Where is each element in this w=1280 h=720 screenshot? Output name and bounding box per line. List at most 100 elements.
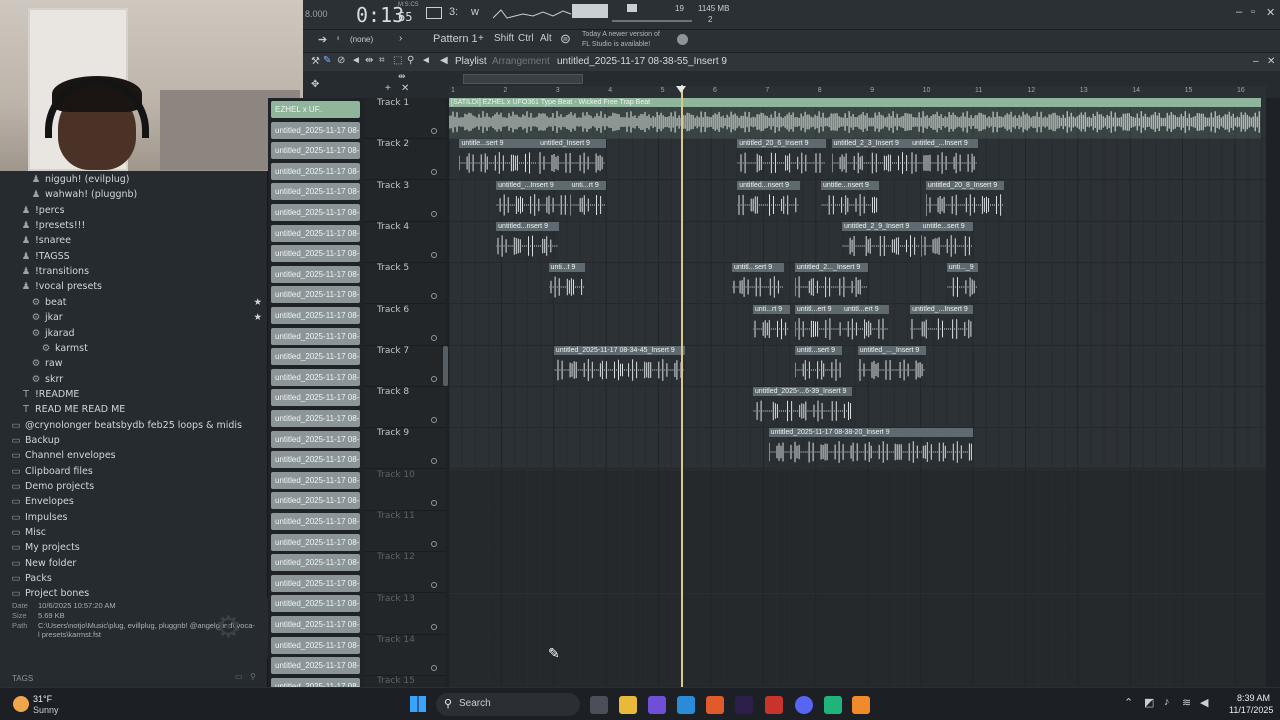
arrow-right-icon[interactable]: ➔ [318,33,327,46]
browser-item[interactable]: ♟ !TAGSS [0,249,268,264]
channel-button[interactable]: untitled_2025-11-17 08-... [271,513,360,530]
channel-button[interactable]: untitled_2025-11-17 08-... [271,657,360,675]
mute-tool-icon[interactable]: ◄ [351,55,361,66]
audio-clip[interactable]: untitled_20_8_Insert 9 [925,180,1005,222]
track-header[interactable]: Track 3 [364,181,446,222]
media-app-icon[interactable] [765,696,783,714]
channel-button[interactable]: untitled_2025-11-17 08-... [271,348,360,366]
none-selector[interactable]: (none) [350,35,373,44]
alt-key[interactable]: Alt [540,33,552,44]
channel-button[interactable]: untitled_2025-11-17 08-... [271,245,360,263]
track-header[interactable]: Track 2 [364,139,446,181]
audio-clip[interactable]: untitl...ert 9 [794,304,842,346]
audio-clip[interactable]: untitled...nsert 9 [496,221,560,263]
audio-clip[interactable]: untitled_2025-...6-39_Insert 9 [752,387,853,429]
audio-clip[interactable]: untitled_Insert 9 [538,139,607,181]
browser-item[interactable]: T !README [0,387,268,402]
add-pattern-icon[interactable]: + [478,33,484,44]
remove-track-icon[interactable]: ✕ [401,83,409,94]
channel-button[interactable]: untitled_2025-11-17 08-... [271,451,360,469]
track-mute-button[interactable] [431,375,437,382]
playlist-grid[interactable]: [SATILDI] EZHEL x UFO361 Type Beat - Wic… [449,98,1266,687]
clock-time[interactable]: 8:39 AM [1237,693,1270,703]
metronome-icon[interactable]: 3: [449,6,458,18]
track-header[interactable]: Track 12 [364,552,446,594]
track-mute-button[interactable] [431,417,437,424]
news-line-1[interactable]: Today A newer version of [582,31,660,38]
browser-item[interactable]: ⚙ karmst [0,341,268,356]
move-icon[interactable]: ✥ [311,79,319,90]
chat-app-icon[interactable] [824,696,842,714]
browser-item[interactable]: ▭ Clipboard files [0,464,268,479]
select-tool-icon[interactable]: ⬚ [393,55,402,66]
wifi-icon[interactable]: ≋ [1182,696,1191,709]
slip-tool-icon[interactable]: ⇹ [365,55,373,66]
track-header[interactable]: Track 8 [364,387,446,429]
audio-clip[interactable]: unti..._9 [946,263,979,305]
track-mute-button[interactable] [431,251,437,258]
cursor-app-icon[interactable] [677,696,695,714]
playlist-close-icon[interactable]: ✕ [1267,56,1275,67]
playlist-minimize-icon[interactable]: – [1253,56,1259,67]
track-mute-button[interactable] [431,334,437,341]
track-mute-button[interactable] [431,293,437,300]
add-track-icon[interactable]: + [385,83,391,94]
track-name[interactable]: Track 12 [377,552,415,562]
track-name[interactable]: Track 9 [377,428,409,438]
channel-button[interactable]: untitled_2025-11-17 08-... [271,162,360,180]
channel-button[interactable]: untitled_2025-11-17 08-... [271,142,360,160]
track-name[interactable]: Track 1 [377,98,409,108]
pattern-selector[interactable]: Pattern 1 [433,33,478,45]
browser-item[interactable]: ▭ Backup [0,433,268,448]
track-header[interactable]: Track 6 [364,305,446,346]
close-icon[interactable]: ✕ [1266,6,1275,19]
track-name[interactable]: Track 2 [377,139,409,149]
browser-item[interactable]: ▭ Demo projects [0,479,268,494]
track-header[interactable]: Track 4 [364,222,446,263]
next-app-icon[interactable] [735,696,753,714]
track-name[interactable]: Track 8 [377,387,409,397]
channel-button[interactable]: untitled_2025-11-17 08-... [271,204,360,221]
news-icon[interactable]: ⊜ [560,31,571,47]
taskbar-search[interactable]: ⚲ Search [436,693,580,716]
browser-item[interactable]: ♟ !snaree [0,233,268,248]
playlist-arrow-icon[interactable]: ◀ [440,55,448,66]
channel-button[interactable]: untitled_2025-11-17 08-... [271,574,360,592]
audio-clip[interactable]: untitled_2_9_Insert 9 [842,221,921,263]
channel-button[interactable]: untitled_2025-11-17 08-... [271,492,360,510]
audio-clip[interactable]: unti...t 9 [548,263,586,305]
channel-button[interactable]: untitled_2025-11-17 08-... [271,265,360,283]
shift-key[interactable]: Shift [494,33,514,44]
browser-item[interactable]: ♟ wahwah! (pluggnb) [0,187,268,202]
zoom-tool-icon[interactable]: ⚲ [407,55,414,66]
maximize-icon[interactable]: ▫ [1251,6,1255,18]
playhead[interactable] [681,85,683,687]
track-header[interactable]: Track 5 [364,263,446,305]
channel-button[interactable]: untitled_2025-11-17 08-... [271,430,360,448]
track-header[interactable]: Track 11 [364,511,446,552]
fl-studio-icon[interactable] [852,696,870,714]
master-volume-icon[interactable] [572,4,608,18]
playlist-filename[interactable]: untitled_2025-11-17 08-38-55_Insert 9 [557,56,727,67]
record-square-icon[interactable] [627,4,637,12]
volume-icon[interactable]: ◀ [1200,696,1208,709]
browser-item[interactable]: ♟ !presets!!! [0,218,268,233]
tag-search-icon[interactable]: ⚲ [250,672,256,681]
discord-icon[interactable] [795,696,813,714]
track-name[interactable]: Track 15 [377,676,415,686]
globe-icon[interactable] [677,34,688,45]
audio-clip[interactable]: untitled_2_3_Insert 9 [831,139,911,181]
track-mute-button[interactable] [431,541,437,547]
audio-clip[interactable]: untitle...nsert 9 [821,180,879,222]
audio-clip[interactable]: untitled_20_6_Insert 9 [737,139,827,181]
channel-button[interactable]: EZHEL x UF.. [271,101,360,118]
audio-clip[interactable]: untitl...sert 9 [731,263,785,305]
browser-item[interactable]: ♟ !transitions [0,264,268,279]
channel-button[interactable]: untitled_2025-11-17 08-... [271,327,360,345]
browser-item[interactable]: ▭ Impulses [0,510,268,525]
audio-clip[interactable]: untitled_2025-11-17 08-38-20_Insert 9 [768,428,973,470]
audio-clip[interactable]: untitl...ert 9 [842,304,890,346]
track-name[interactable]: Track 14 [377,635,415,645]
audio-clip[interactable]: untitled_...Insert 9 [910,139,979,181]
track-name[interactable]: Track 7 [377,346,409,356]
